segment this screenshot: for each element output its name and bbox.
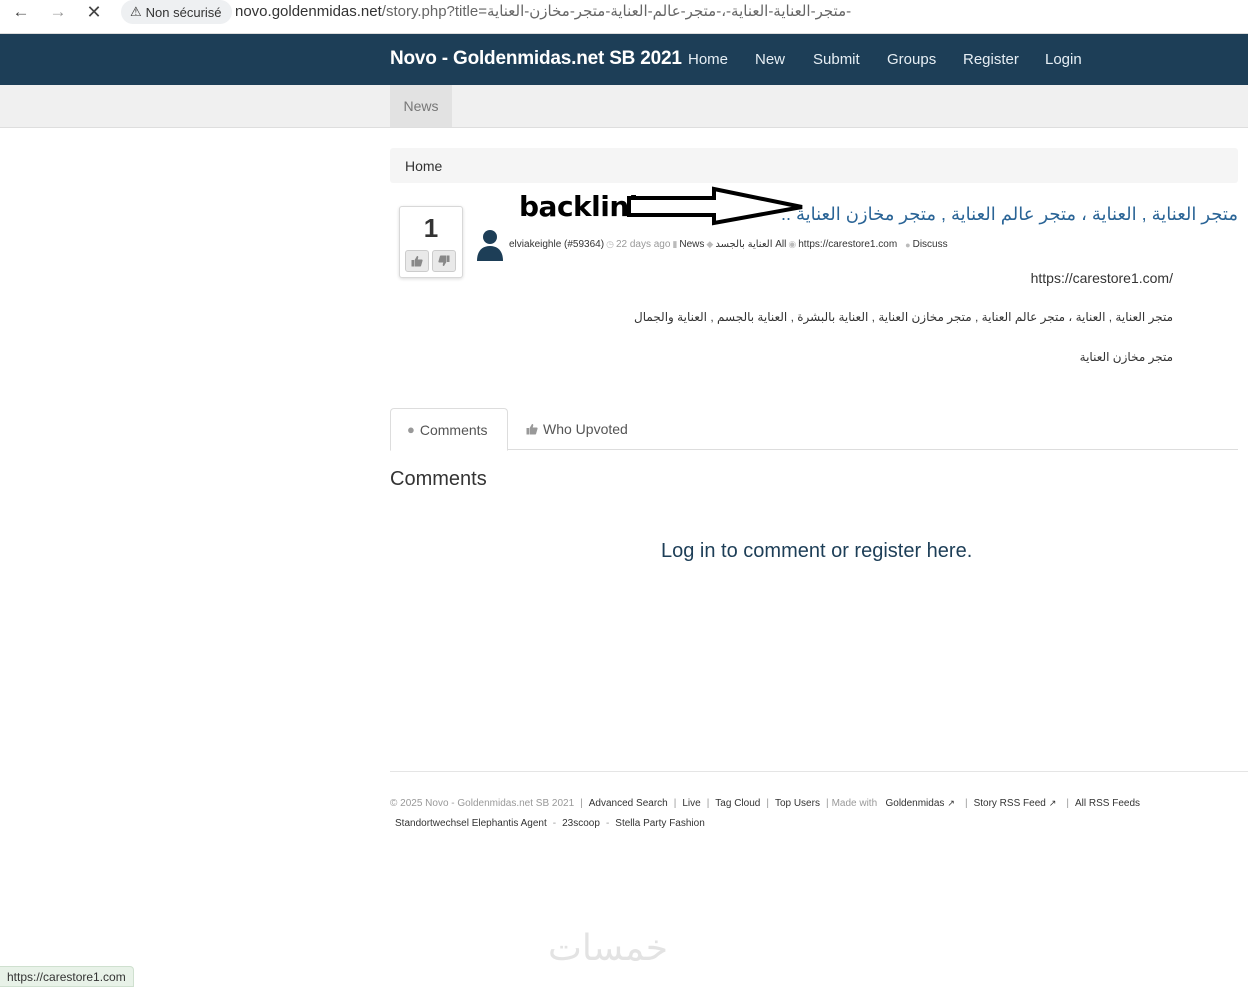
tags-link[interactable]: العناية بالجسد All — [715, 239, 786, 250]
story-url-link[interactable]: https://carestore1.com — [798, 239, 897, 250]
stop-loading-icon[interactable]: ✕ — [79, 0, 109, 24]
tab-comments[interactable]: ● Comments — [390, 408, 508, 451]
footer-advanced-search[interactable]: Advanced Search — [589, 798, 668, 809]
breadcrumb-home[interactable]: Home — [405, 158, 442, 174]
thumbs-down-icon — [438, 255, 450, 267]
footer-top-users[interactable]: Top Users — [775, 798, 820, 809]
khamsat-watermark: خمسات — [548, 928, 669, 969]
login-to-comment-link[interactable]: Log in to comment or register here. — [661, 540, 972, 563]
footer-partner-link[interactable]: Standortwechsel Elephantis Agent — [395, 818, 547, 829]
vote-box: 1 — [399, 206, 463, 278]
user-icon — [477, 230, 503, 261]
globe-icon: ◉ — [788, 239, 797, 249]
footer-story-rss[interactable]: Story RSS Feed — [974, 798, 1046, 809]
address-bar[interactable]: novo.goldenmidas.net/story.php?title=متج… — [235, 2, 851, 20]
footer-separator: | — [673, 798, 677, 809]
footer-divider — [390, 771, 1248, 772]
browser-toolbar: ← → ✕ ⚠ Non sécurisé novo.goldenmidas.ne… — [0, 0, 1248, 34]
footer-separator: | — [964, 798, 968, 809]
footer-separator: | — [766, 798, 769, 809]
footer-links: © 2025 Novo - Goldenmidas.net SB 2021 | A… — [390, 798, 1140, 809]
discuss-link[interactable]: Discuss — [913, 239, 948, 250]
story-body-text: متجر مخازن العناية — [1079, 350, 1173, 364]
footer-separator: | — [580, 798, 583, 809]
comments-icon: ● — [407, 422, 415, 437]
subnav-news[interactable]: News — [390, 85, 452, 127]
story-tabs: ● Comments Who Upvoted — [390, 408, 1238, 451]
back-icon[interactable]: ← — [6, 0, 36, 24]
forward-icon[interactable]: → — [43, 0, 73, 24]
nav-submit[interactable]: Submit — [813, 51, 860, 68]
footer-partner-links: Standortwechsel Elephantis Agent - 23scoo… — [395, 818, 705, 829]
nav-register[interactable]: Register — [963, 51, 1019, 68]
footer-live[interactable]: Live — [682, 798, 700, 809]
security-label: Non sécurisé — [145, 4, 222, 20]
comments-heading: Comments — [390, 468, 487, 490]
status-bar-url: https://carestore1.com — [0, 966, 134, 987]
category-subnav: News — [0, 85, 1248, 128]
story-body-text: متجر العناية , العناية ، متجر عالم العنا… — [634, 310, 1173, 324]
footer-made-with: Made with — [831, 798, 878, 809]
footer-separator: | — [825, 798, 829, 809]
footer-partner-link[interactable]: 23scoop — [562, 818, 600, 829]
vote-count: 1 — [423, 213, 439, 243]
story-meta: elviakeighle (#59364) ◷ 22 days ago ▮ Ne… — [509, 239, 948, 250]
story-title-link[interactable]: متجر العناية , العناية ، متجر عالم العنا… — [781, 204, 1238, 225]
url-host: novo.goldenmidas.net — [235, 3, 382, 20]
time-ago: 22 days ago — [615, 239, 671, 250]
footer-separator: | — [706, 798, 710, 809]
clock-icon: ◷ — [606, 239, 614, 249]
downvote-button[interactable] — [432, 250, 456, 272]
security-chip[interactable]: ⚠ Non sécurisé — [121, 0, 232, 24]
avatar[interactable] — [474, 227, 506, 263]
tab-who-upvoted-label: Who Upvoted — [543, 421, 628, 437]
nav-login[interactable]: Login — [1045, 51, 1082, 68]
story-body-url[interactable]: https://carestore1.com/ — [1031, 270, 1173, 286]
folder-icon: ▮ — [672, 239, 678, 249]
breadcrumb: Home — [390, 148, 1238, 183]
url-path: /story.php?title=متجر-العناية-العناية-،-… — [381, 3, 852, 20]
tab-comments-label: Comments — [419, 421, 488, 438]
nav-home[interactable]: Home — [688, 51, 728, 68]
site-brand[interactable]: Novo - Goldenmidas.net SB 2021 — [390, 48, 682, 70]
nav-groups[interactable]: Groups — [887, 51, 936, 68]
upvote-button[interactable] — [405, 250, 429, 272]
tag-icon: ◆ — [706, 239, 714, 249]
external-link-icon: ↗ — [947, 798, 955, 808]
footer-separator: - — [605, 818, 610, 829]
footer-goldenmidas[interactable]: Goldenmidas — [885, 798, 944, 809]
footer-tag-cloud[interactable]: Tag Cloud — [715, 798, 760, 809]
external-link-icon: ↗ — [1048, 798, 1057, 808]
category-link[interactable]: News — [679, 239, 704, 250]
comment-icon: ● — [905, 239, 911, 250]
nav-new[interactable]: New — [755, 51, 785, 68]
arrow-icon — [627, 186, 803, 226]
warning-icon: ⚠ — [130, 4, 142, 19]
thumbs-up-icon — [526, 423, 538, 435]
thumbs-up-icon — [411, 255, 423, 267]
footer-separator: | — [1066, 798, 1069, 809]
tab-who-upvoted[interactable]: Who Upvoted — [510, 408, 644, 450]
footer-all-rss[interactable]: All RSS Feeds — [1075, 798, 1140, 809]
footer-partner-link[interactable]: Stella Party Fashion — [615, 818, 705, 829]
footer-copyright: © 2025 Novo - Goldenmidas.net SB 2021 — [390, 798, 575, 809]
site-navbar: Novo - Goldenmidas.net SB 2021 Home New … — [0, 34, 1248, 85]
author-link[interactable]: elviakeighle (#59364) — [509, 239, 604, 250]
footer-separator: - — [552, 818, 557, 829]
